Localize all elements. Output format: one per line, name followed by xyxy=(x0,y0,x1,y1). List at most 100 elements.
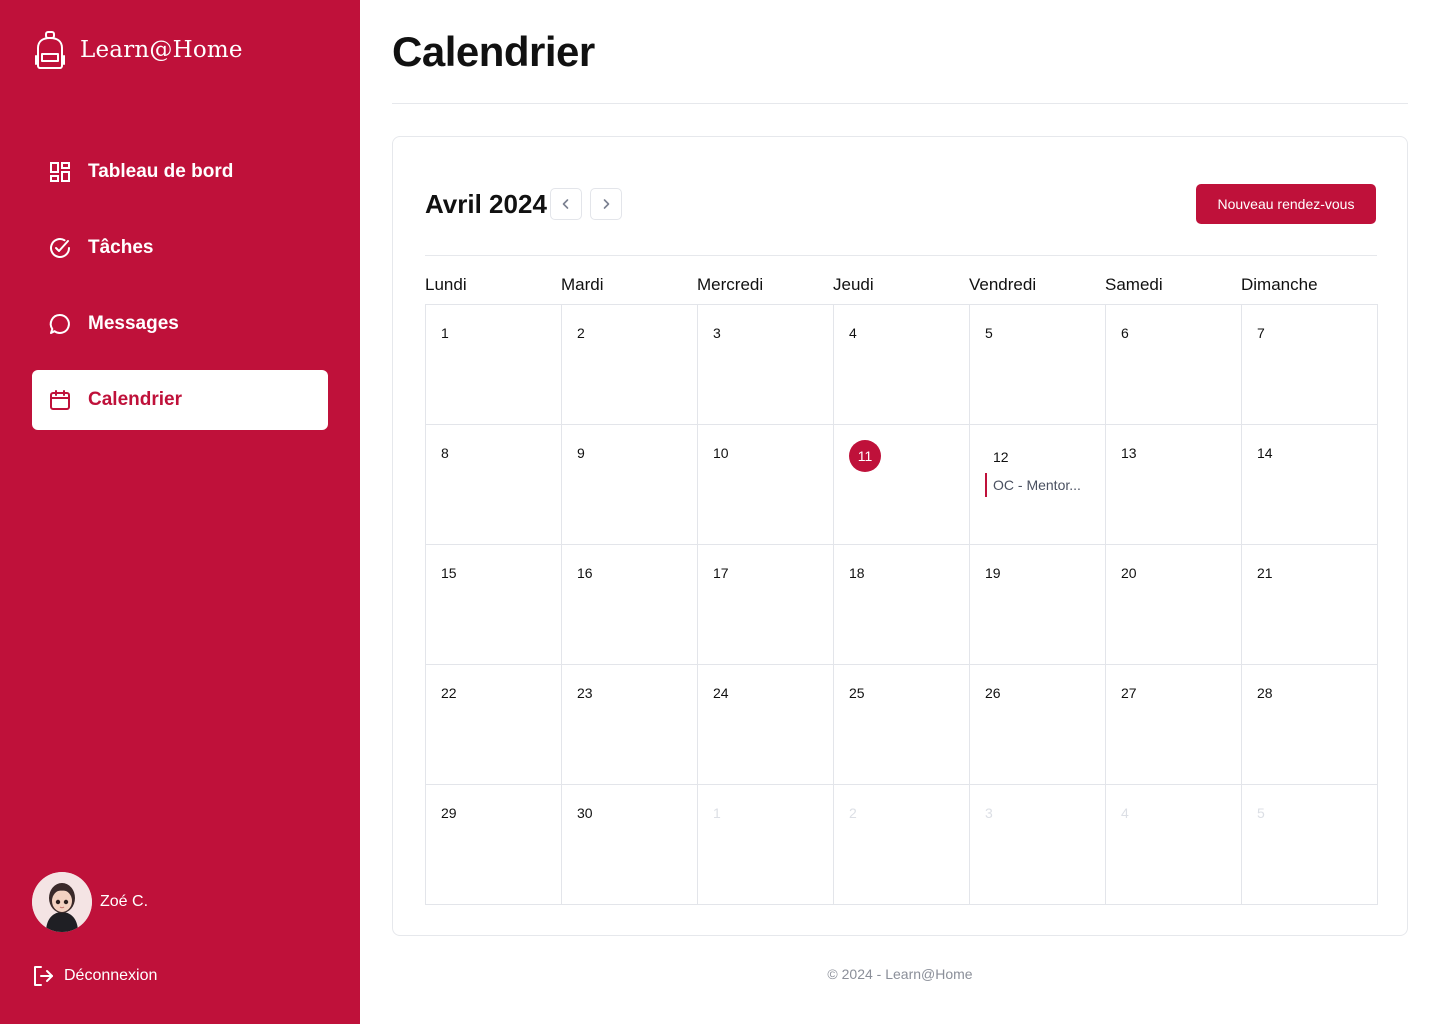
sidebar-item-label: Tâches xyxy=(88,237,154,258)
weekday-label: Mercredi xyxy=(697,275,764,294)
weekday-label: Jeudi xyxy=(833,275,874,294)
sidebar-nav: Tableau de bord Tâches Messages Calendri… xyxy=(32,142,328,446)
weekday-label: Samedi xyxy=(1105,275,1163,294)
calendar-day-cell[interactable]: 16 xyxy=(561,544,698,665)
sidebar-item-calendar[interactable]: Calendrier xyxy=(32,370,328,430)
new-appointment-button[interactable]: Nouveau rendez-vous xyxy=(1196,184,1376,224)
calendar-day-cell[interactable]: 23 xyxy=(561,664,698,785)
weekday-label: Mardi xyxy=(561,275,604,294)
calendar-day-cell[interactable]: 19 xyxy=(969,544,1106,665)
calendar-day-cell[interactable]: 21 xyxy=(1241,544,1378,665)
day-number: 18 xyxy=(849,565,865,581)
calendar-day-cell[interactable]: 18 xyxy=(833,544,970,665)
calendar-day-cell[interactable]: 1 xyxy=(425,304,562,425)
day-number: 1 xyxy=(713,805,721,821)
calendar-day-cell[interactable]: 29 xyxy=(425,784,562,905)
calendar-day-cell[interactable]: 2 xyxy=(833,784,970,905)
day-number: 30 xyxy=(577,805,593,821)
calendar-day-cell[interactable]: 1 xyxy=(697,784,834,905)
brand[interactable]: Learn@Home xyxy=(32,30,243,70)
calendar-day-cell[interactable]: 3 xyxy=(969,784,1106,905)
day-number: 25 xyxy=(849,685,865,701)
page-title: Calendrier xyxy=(392,28,595,75)
user-profile[interactable]: Zoé C. xyxy=(32,872,148,932)
sidebar-item-label: Messages xyxy=(88,313,179,334)
weekday-label: Dimanche xyxy=(1241,275,1318,294)
calendar-day-cell[interactable]: 27 xyxy=(1105,664,1242,785)
message-icon xyxy=(49,313,70,334)
calendar-day-cell[interactable]: 12 OC - Mentor... xyxy=(969,424,1106,545)
weekday-label: Vendredi xyxy=(969,275,1037,294)
day-number: 3 xyxy=(713,325,721,341)
calendar-day-cell[interactable]: 5 xyxy=(1241,784,1378,905)
sidebar-item-dashboard[interactable]: Tableau de bord xyxy=(32,142,328,202)
calendar-day-cell[interactable]: 28 xyxy=(1241,664,1378,785)
previous-month-button[interactable] xyxy=(550,188,582,220)
day-number: 26 xyxy=(985,685,1001,701)
title-divider xyxy=(392,103,1408,104)
next-month-button[interactable] xyxy=(590,188,622,220)
backpack-icon xyxy=(35,31,65,69)
day-number: 21 xyxy=(1257,565,1273,581)
calendar-day-cell[interactable]: 22 xyxy=(425,664,562,785)
calendar-day-cell[interactable]: 5 xyxy=(969,304,1106,425)
avatar xyxy=(32,872,92,932)
calendar-day-cell[interactable]: 11 xyxy=(833,424,970,545)
day-number: 15 xyxy=(441,565,457,581)
day-number: 4 xyxy=(1121,805,1129,821)
day-number: 24 xyxy=(713,685,729,701)
calendar-card: Avril 2024 Nouveau rendez-vous Lundi Mar… xyxy=(392,136,1408,936)
chevron-right-icon xyxy=(603,199,610,209)
sidebar-item-tasks[interactable]: Tâches xyxy=(32,218,328,278)
card-divider xyxy=(425,255,1377,256)
day-number: 2 xyxy=(577,325,585,341)
day-number: 3 xyxy=(985,805,993,821)
calendar-day-cell[interactable]: 13 xyxy=(1105,424,1242,545)
calendar-day-cell[interactable]: 24 xyxy=(697,664,834,785)
day-number: 1 xyxy=(441,325,449,341)
calendar-day-cell[interactable]: 20 xyxy=(1105,544,1242,665)
calendar-day-cell[interactable]: 15 xyxy=(425,544,562,665)
calendar-day-cell[interactable]: 4 xyxy=(1105,784,1242,905)
logout-icon xyxy=(34,966,53,986)
calendar-day-cell[interactable]: 30 xyxy=(561,784,698,905)
sidebar-item-label: Tableau de bord xyxy=(88,161,234,182)
calendar-day-cell[interactable]: 9 xyxy=(561,424,698,545)
weekday-header: Lundi Mardi Mercredi Jeudi Vendredi Same… xyxy=(425,275,1377,295)
day-number: 23 xyxy=(577,685,593,701)
calendar-day-cell[interactable]: 2 xyxy=(561,304,698,425)
calendar-day-cell[interactable]: 25 xyxy=(833,664,970,785)
chevron-left-icon xyxy=(562,199,569,209)
day-number: 20 xyxy=(1121,565,1137,581)
calendar-day-cell[interactable]: 26 xyxy=(969,664,1106,785)
day-number: 28 xyxy=(1257,685,1273,701)
calendar-day-cell[interactable]: 14 xyxy=(1241,424,1378,545)
day-number: 12 xyxy=(993,449,1009,465)
day-number: 13 xyxy=(1121,445,1137,461)
day-number: 4 xyxy=(849,325,857,341)
calendar-day-cell[interactable]: 4 xyxy=(833,304,970,425)
sidebar-item-label: Calendrier xyxy=(88,389,182,410)
day-number: 9 xyxy=(577,445,585,461)
sidebar-item-messages[interactable]: Messages xyxy=(32,294,328,354)
dashboard-icon xyxy=(50,162,70,182)
weekday-label: Lundi xyxy=(425,275,467,294)
user-name: Zoé C. xyxy=(100,893,149,910)
calendar-day-cell[interactable]: 8 xyxy=(425,424,562,545)
calendar-day-cell[interactable]: 17 xyxy=(697,544,834,665)
calendar-day-cell[interactable]: 6 xyxy=(1105,304,1242,425)
calendar-event[interactable]: OC - Mentor... xyxy=(985,473,1081,497)
calendar-day-cell[interactable]: 7 xyxy=(1241,304,1378,425)
calendar-day-cell[interactable]: 10 xyxy=(697,424,834,545)
day-number: 7 xyxy=(1257,325,1265,341)
day-number: 27 xyxy=(1121,685,1137,701)
day-number: 2 xyxy=(849,805,857,821)
day-number: 17 xyxy=(713,565,729,581)
day-number: 19 xyxy=(985,565,1001,581)
footer-text: © 2024 - Learn@Home xyxy=(827,966,973,982)
month-label: Avril 2024 xyxy=(425,189,547,219)
logout-button[interactable]: Déconnexion xyxy=(32,964,157,988)
calendar-day-cell[interactable]: 3 xyxy=(697,304,834,425)
day-number: 22 xyxy=(441,685,457,701)
day-number: 5 xyxy=(1257,805,1265,821)
